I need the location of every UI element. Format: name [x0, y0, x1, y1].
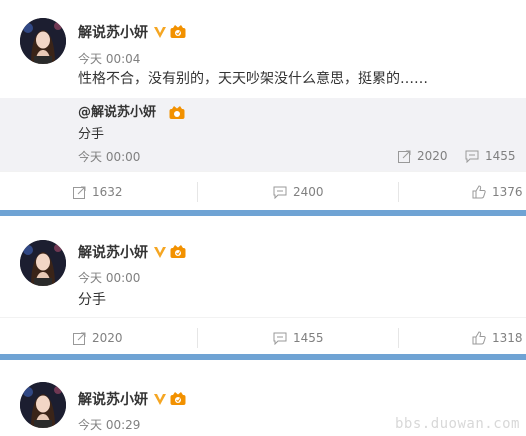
repost-icon: [398, 150, 411, 163]
original-time[interactable]: 今天 00:00: [78, 150, 140, 164]
repost-button[interactable]: 1632: [73, 172, 123, 212]
original-text: 分手: [78, 127, 105, 142]
like-button[interactable]: 1318: [472, 318, 523, 358]
action-separator: [197, 182, 198, 202]
weibo-post-1: 解说苏小妍 今天 00:04 性格不合，没有别的，天天吵架没什么意思，挺累的………: [0, 0, 526, 210]
repost-icon: [73, 186, 86, 199]
comment-icon: [273, 332, 287, 346]
action-bar: 2020 1455 1318: [0, 317, 526, 358]
verified-v-icon: [154, 27, 166, 38]
post-text: 性格不合，没有别的，天天吵架没什么意思，挺累的……: [78, 71, 428, 87]
post-time[interactable]: 今天 00:29: [78, 418, 140, 432]
original-comment-count[interactable]: 1455: [465, 149, 516, 164]
verified-v-icon: [154, 394, 166, 405]
action-separator: [197, 328, 198, 348]
thumbs-up-icon: [472, 331, 486, 345]
avatar[interactable]: [20, 382, 66, 428]
action-separator: [398, 182, 399, 202]
thumbs-up-icon: [472, 185, 486, 199]
reposted-content[interactable]: @解说苏小妍 分手 今天 00:00 2020 1455: [0, 98, 526, 172]
member-level-icon[interactable]: [170, 25, 186, 39]
original-repost-count[interactable]: 2020: [398, 149, 448, 163]
watermark: bbs.duowan.com: [394, 416, 520, 432]
member-level-icon[interactable]: [170, 245, 186, 259]
comment-icon: [465, 150, 479, 164]
original-author[interactable]: @解说苏小妍: [78, 104, 156, 122]
like-button[interactable]: 1376: [472, 172, 523, 212]
repost-button[interactable]: 2020: [73, 318, 123, 358]
action-separator: [398, 328, 399, 348]
post-time[interactable]: 今天 00:00: [78, 271, 140, 285]
post-time[interactable]: 今天 00:04: [78, 52, 140, 66]
username[interactable]: 解说苏小妍: [78, 391, 186, 409]
username[interactable]: 解说苏小妍: [78, 24, 186, 42]
avatar[interactable]: [20, 240, 66, 286]
comment-button[interactable]: 1455: [273, 318, 324, 358]
verified-v-icon: [154, 247, 166, 258]
repost-icon: [73, 332, 86, 345]
member-level-icon[interactable]: [169, 106, 185, 120]
comment-button[interactable]: 2400: [273, 172, 324, 212]
username[interactable]: 解说苏小妍: [78, 244, 186, 262]
member-level-icon[interactable]: [170, 392, 186, 406]
post-text: 分手: [78, 292, 106, 308]
comment-icon: [273, 186, 287, 200]
action-bar: 1632 2400 1376: [0, 171, 526, 212]
avatar[interactable]: [20, 18, 66, 64]
weibo-post-2: 解说苏小妍 今天 00:00 分手 2020 1455 1318: [0, 216, 526, 354]
